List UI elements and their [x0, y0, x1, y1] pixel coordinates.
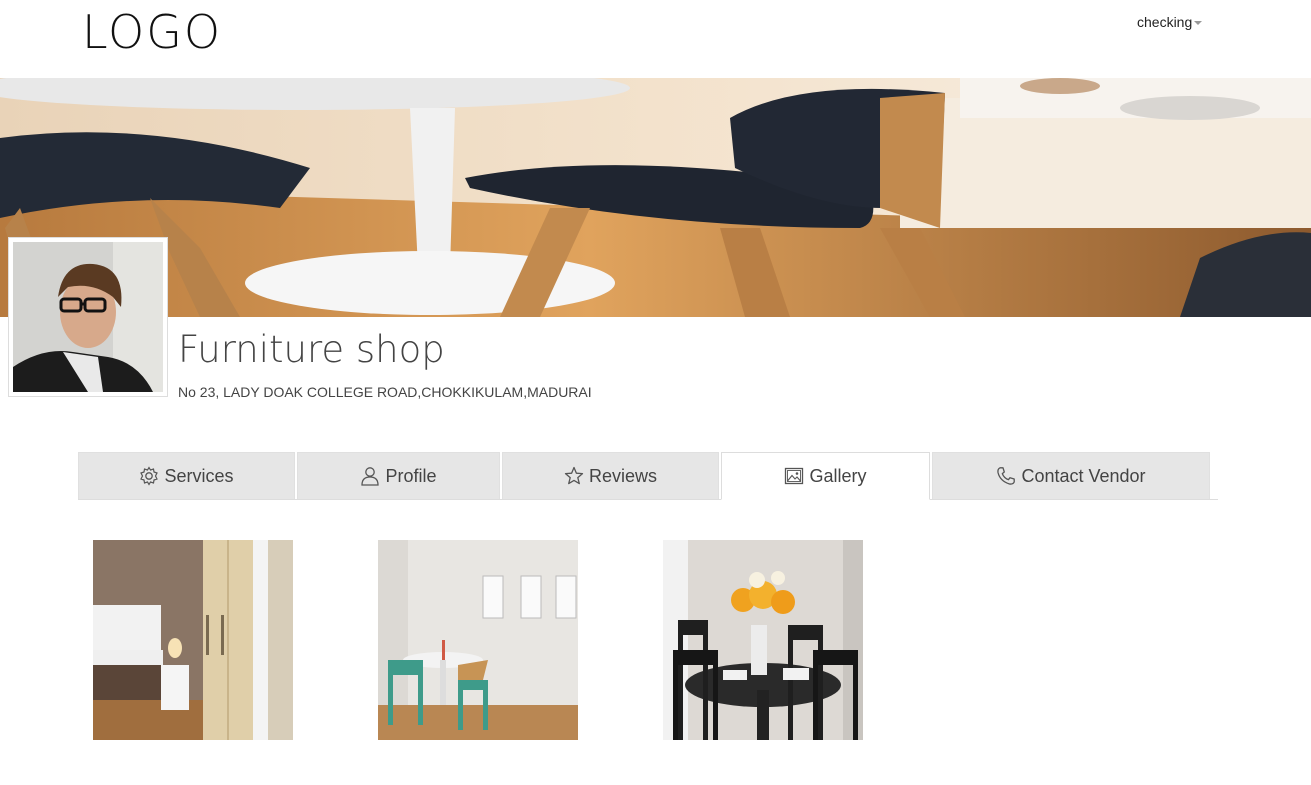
user-menu-label: checking: [1137, 14, 1193, 30]
tab-reviews[interactable]: Reviews: [502, 452, 719, 499]
logo[interactable]: LOGO: [82, 8, 222, 56]
bedroom-photo: [93, 540, 293, 740]
tab-bar: Services Profile Reviews Gallery Contact…: [78, 452, 1218, 500]
tab-services[interactable]: Services: [78, 452, 295, 499]
avatar-photo: [13, 242, 163, 392]
tab-gallery[interactable]: Gallery: [721, 452, 930, 500]
gallery-image-bedroom[interactable]: [93, 540, 293, 740]
phone-icon: [997, 467, 1016, 485]
top-header: LOGO checking: [0, 0, 1311, 78]
tab-profile[interactable]: Profile: [297, 452, 500, 499]
tab-label: Profile: [385, 465, 437, 486]
caret-down-icon: [1194, 21, 1203, 25]
vendor-avatar: [8, 237, 168, 397]
user-icon: [361, 467, 380, 486]
shop-name: Furniture shop: [178, 328, 445, 371]
dining-nook-photo: [378, 540, 578, 740]
tab-label: Services: [164, 465, 234, 486]
tab-label: Contact Vendor: [1021, 465, 1146, 486]
tab-contact-vendor[interactable]: Contact Vendor: [932, 452, 1210, 499]
gallery-image-dining-nook[interactable]: [378, 540, 578, 740]
user-menu-dropdown[interactable]: checking: [1137, 14, 1203, 30]
gear-icon: [140, 466, 159, 486]
dining-table-flowers-photo: [663, 540, 863, 740]
star-icon: [564, 466, 584, 485]
shop-address: No 23, LADY DOAK COLLEGE ROAD,CHOKKIKULA…: [178, 384, 592, 400]
tab-label: Reviews: [588, 465, 658, 486]
tab-label: Gallery: [809, 465, 867, 486]
cover-image: [0, 78, 1311, 317]
image-icon: [785, 467, 804, 485]
gallery-image-dining-table[interactable]: [663, 540, 863, 740]
